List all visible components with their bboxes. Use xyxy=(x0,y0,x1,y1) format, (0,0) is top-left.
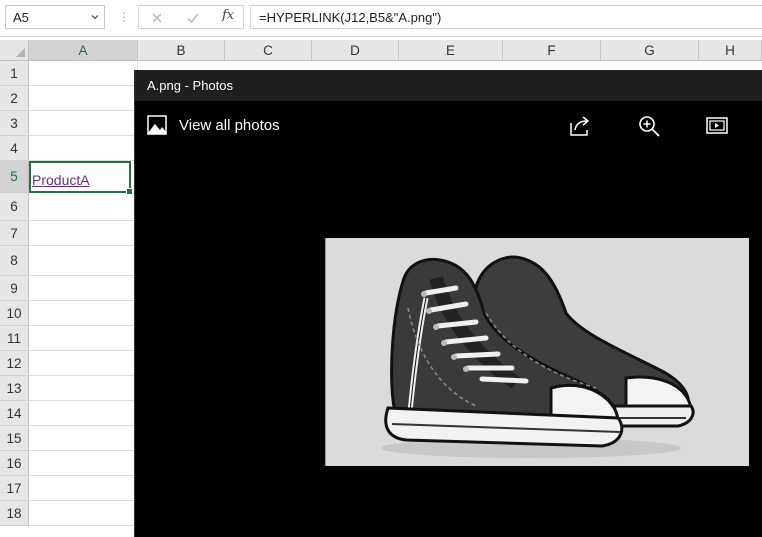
row-header[interactable]: 8 xyxy=(0,246,29,276)
column-header-h[interactable]: H xyxy=(699,40,762,61)
photos-window: A.png - Photos View all photos xyxy=(134,70,762,537)
row-header[interactable]: 17 xyxy=(0,476,29,501)
formula-buttons: fx xyxy=(138,5,244,29)
column-header-e[interactable]: E xyxy=(399,40,503,61)
row-header[interactable]: 13 xyxy=(0,376,29,401)
slideshow-icon[interactable] xyxy=(705,114,729,138)
window-title: A.png - Photos xyxy=(147,78,233,93)
hyperlink-cell-text[interactable]: ProductA xyxy=(32,172,90,188)
column-header-b[interactable]: B xyxy=(138,40,225,61)
row-header[interactable]: 6 xyxy=(0,193,29,221)
formula-input[interactable]: =HYPERLINK(J12,B5&"A.png") xyxy=(250,5,762,29)
zoom-in-icon[interactable] xyxy=(637,114,661,138)
column-header-f[interactable]: F xyxy=(503,40,601,61)
row-header[interactable]: 4 xyxy=(0,136,29,161)
photo-gallery-icon xyxy=(147,115,167,135)
select-all-button[interactable] xyxy=(0,40,29,61)
row-header[interactable]: 2 xyxy=(0,86,29,111)
row-header[interactable]: 12 xyxy=(0,351,29,376)
view-all-photos-label: View all photos xyxy=(179,117,280,134)
photos-toolbar: View all photos xyxy=(135,101,762,149)
row-header[interactable]: 9 xyxy=(0,276,29,301)
sneakers-illustration xyxy=(381,255,695,458)
column-header-c[interactable]: C xyxy=(225,40,312,61)
column-header-g[interactable]: G xyxy=(601,40,699,61)
cancel-icon[interactable] xyxy=(148,9,166,27)
row-header-selected[interactable]: 5 xyxy=(0,161,29,193)
row-header[interactable]: 15 xyxy=(0,426,29,451)
row-header[interactable]: 1 xyxy=(0,61,29,86)
column-header-d[interactable]: D xyxy=(312,40,399,61)
photos-title-bar[interactable]: A.png - Photos xyxy=(135,70,762,101)
row-header[interactable]: 10 xyxy=(0,301,29,326)
enter-check-icon[interactable] xyxy=(184,9,202,27)
row-header[interactable]: 3 xyxy=(0,111,29,136)
chevron-down-icon[interactable] xyxy=(90,12,100,22)
name-box[interactable]: A5 xyxy=(5,5,105,29)
name-box-value: A5 xyxy=(13,10,29,25)
row-header[interactable]: 16 xyxy=(0,451,29,476)
insert-function-button[interactable]: fx xyxy=(222,8,234,23)
formula-bar-grip-icon: ⋮ xyxy=(118,10,130,24)
formula-bar: A5 ⋮ fx =HYPERLINK(J12,B5&"A.png") xyxy=(0,0,762,37)
share-icon[interactable] xyxy=(568,114,592,138)
fill-handle[interactable] xyxy=(126,188,133,195)
row-header[interactable]: 11 xyxy=(0,326,29,351)
column-header-a[interactable]: A xyxy=(29,40,138,61)
formula-text: =HYPERLINK(J12,B5&"A.png") xyxy=(259,10,442,25)
row-header[interactable]: 14 xyxy=(0,401,29,426)
photo-canvas[interactable] xyxy=(325,238,749,466)
row-header[interactable]: 18 xyxy=(0,501,29,526)
row-header[interactable]: 7 xyxy=(0,221,29,246)
